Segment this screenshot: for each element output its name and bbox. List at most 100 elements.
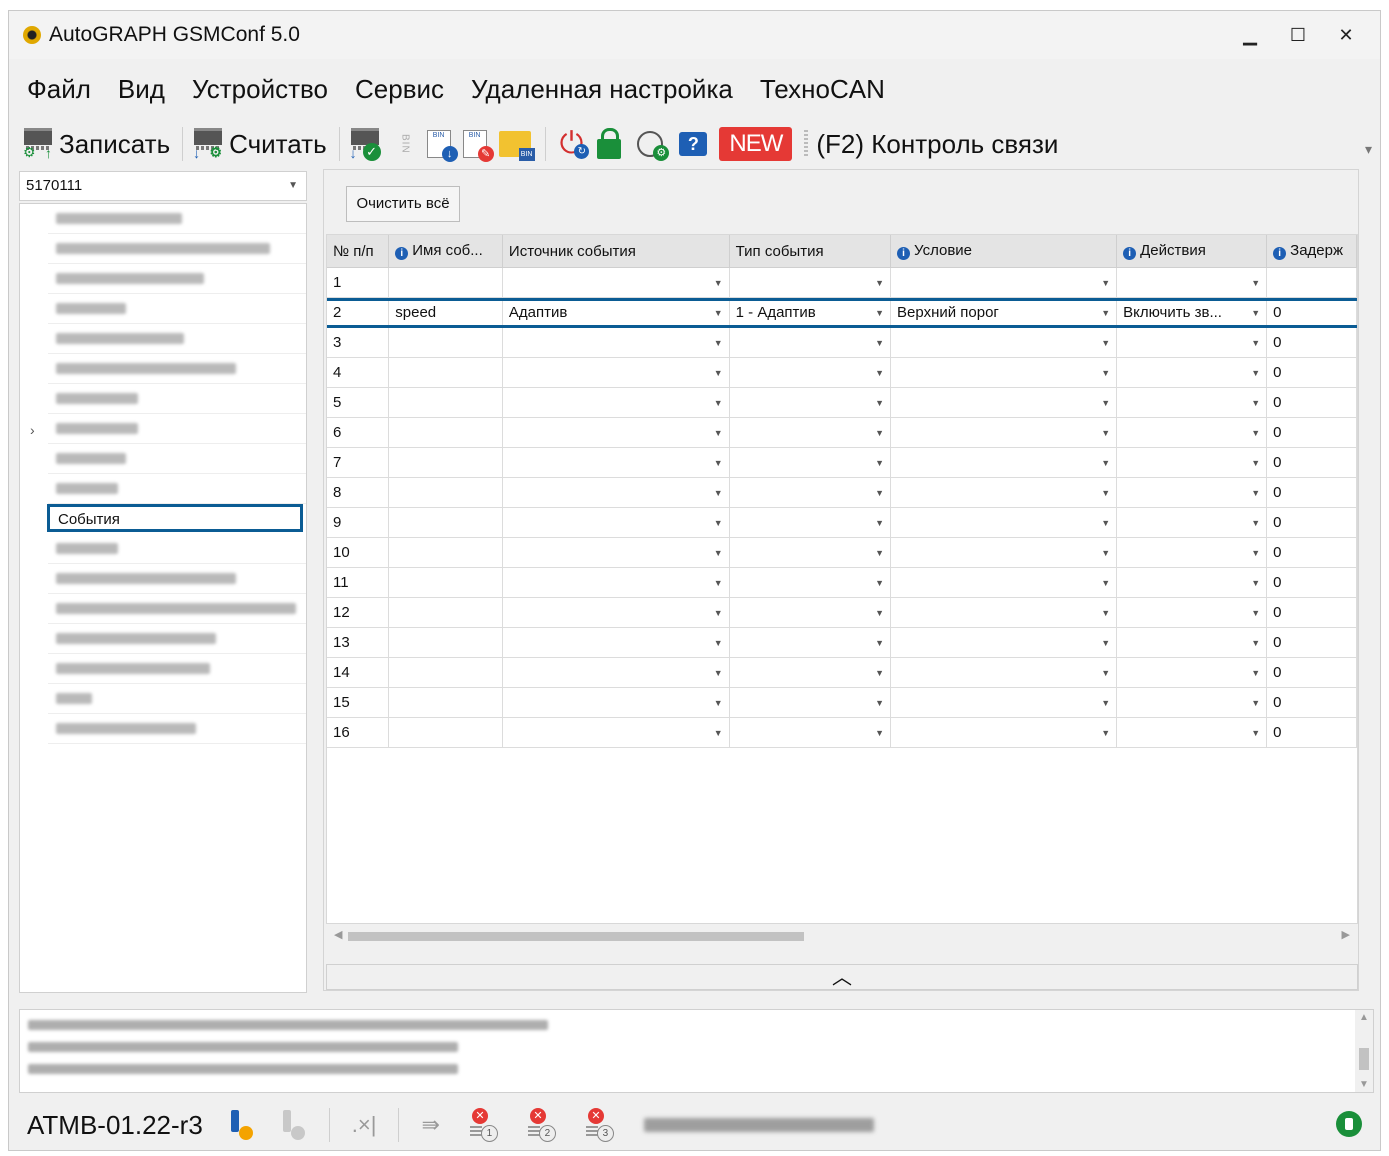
help-icon[interactable]: ? xyxy=(679,132,708,156)
cell-actions[interactable]: ▼ xyxy=(1116,507,1268,538)
cell-condition[interactable]: ▼ xyxy=(890,267,1118,298)
chevron-down-icon[interactable]: ▼ xyxy=(714,728,723,738)
cell-name[interactable] xyxy=(388,717,503,748)
cell-name[interactable] xyxy=(388,507,503,538)
scrollbar-thumb[interactable] xyxy=(348,932,804,941)
cell-condition[interactable]: ▼ xyxy=(890,597,1118,628)
cell-type[interactable]: ▼ xyxy=(729,417,892,448)
log-scrollbar[interactable]: ▲ ▼ xyxy=(1355,1010,1373,1092)
tree-item[interactable] xyxy=(48,414,306,444)
tree-item[interactable] xyxy=(48,654,306,684)
tree-item[interactable] xyxy=(48,624,306,654)
chevron-down-icon[interactable]: ▼ xyxy=(1101,398,1110,408)
chevron-down-icon[interactable]: ▼ xyxy=(875,638,884,648)
cell-actions[interactable]: ▼ xyxy=(1116,447,1268,478)
cell-type[interactable]: ▼ xyxy=(729,537,892,568)
chevron-down-icon[interactable]: ▼ xyxy=(714,518,723,528)
cell-source[interactable]: ▼ xyxy=(502,537,730,568)
cell-condition[interactable]: ▼ xyxy=(890,627,1118,658)
cell-condition[interactable]: ▼ xyxy=(890,327,1118,358)
table-row[interactable]: 15 ▼ ▼ ▼ ▼ 0 xyxy=(327,687,1357,718)
chevron-down-icon[interactable]: ▼ xyxy=(875,308,884,318)
cell-source[interactable]: ▼ xyxy=(502,507,730,538)
tree-item[interactable] xyxy=(48,234,306,264)
chevron-down-icon[interactable]: ▼ xyxy=(875,338,884,348)
chevron-down-icon[interactable]: ▼ xyxy=(1251,518,1260,528)
cell-condition[interactable]: ▼ xyxy=(890,387,1118,418)
cell-actions[interactable]: ▼ xyxy=(1116,357,1268,388)
read-verify-button[interactable]: ↓ ✓ xyxy=(348,126,386,162)
column-header-number[interactable]: № п/п xyxy=(327,235,390,268)
read-button[interactable]: ↓ ⚙ Считать xyxy=(191,126,327,162)
table-row[interactable]: 12 ▼ ▼ ▼ ▼ 0 xyxy=(327,597,1357,628)
chevron-down-icon[interactable]: ▼ xyxy=(1101,638,1110,648)
table-row[interactable]: 11 ▼ ▼ ▼ ▼ 0 xyxy=(327,567,1357,598)
tree-item[interactable] xyxy=(48,384,306,414)
cell-delay[interactable]: 0 xyxy=(1266,417,1357,448)
chevron-down-icon[interactable]: ▼ xyxy=(1101,698,1110,708)
cell-condition[interactable]: ▼ xyxy=(890,507,1118,538)
chevron-down-icon[interactable]: ▼ xyxy=(714,458,723,468)
new-button[interactable]: NEW xyxy=(719,127,793,161)
cell-name[interactable] xyxy=(388,477,503,508)
cell-source[interactable]: ▼ xyxy=(502,657,730,688)
chevron-down-icon[interactable]: ▼ xyxy=(1251,638,1260,648)
cell-delay[interactable]: 0 xyxy=(1266,597,1357,628)
chevron-down-icon[interactable]: ▼ xyxy=(1101,428,1110,438)
cell-name[interactable] xyxy=(388,447,503,478)
cell-delay[interactable]: 0 xyxy=(1266,627,1357,658)
cell-delay[interactable] xyxy=(1266,267,1357,298)
chevron-down-icon[interactable]: ▼ xyxy=(875,728,884,738)
cell-type[interactable]: ▼ xyxy=(729,447,892,478)
chevron-down-icon[interactable]: ▼ xyxy=(1251,728,1260,738)
chevron-down-icon[interactable]: ▼ xyxy=(714,608,723,618)
cell-name[interactable] xyxy=(388,327,503,358)
cell-type[interactable]: ▼ xyxy=(729,267,892,298)
scrollbar-thumb[interactable] xyxy=(1359,1048,1369,1070)
chevron-down-icon[interactable]: ▼ xyxy=(875,668,884,678)
menu-technocan[interactable]: ТехноCAN xyxy=(760,74,885,105)
cell-condition[interactable]: ▼ xyxy=(890,537,1118,568)
cell-actions[interactable]: ▼ xyxy=(1116,627,1268,658)
clear-all-button[interactable]: Очистить всё xyxy=(346,186,460,222)
table-row[interactable]: 16 ▼ ▼ ▼ ▼ 0 xyxy=(327,717,1357,748)
cell-source[interactable]: ▼ xyxy=(502,567,730,598)
horizontal-scrollbar[interactable]: ◀ ▶ xyxy=(326,926,1358,946)
cell-source[interactable]: ▼ xyxy=(502,597,730,628)
cell-source[interactable]: ▼ xyxy=(502,387,730,418)
cell-name[interactable] xyxy=(388,567,503,598)
chevron-down-icon[interactable]: ▼ xyxy=(875,548,884,558)
maximize-button[interactable]: ☐ xyxy=(1274,19,1322,51)
chevron-down-icon[interactable]: ▼ xyxy=(714,368,723,378)
chevron-down-icon[interactable]: ▼ xyxy=(1101,608,1110,618)
tree-item[interactable] xyxy=(48,264,306,294)
cell-delay[interactable]: 0 xyxy=(1266,327,1357,358)
chevron-down-icon[interactable]: ▼ xyxy=(1101,488,1110,498)
cell-delay[interactable]: 0 xyxy=(1266,537,1357,568)
cell-source[interactable]: ▼ xyxy=(502,417,730,448)
cell-name[interactable] xyxy=(388,597,503,628)
chevron-down-icon[interactable]: ▼ xyxy=(1101,668,1110,678)
cell-type[interactable]: ▼ xyxy=(729,597,892,628)
cell-name[interactable] xyxy=(388,417,503,448)
cell-type[interactable]: ▼ xyxy=(729,387,892,418)
chevron-down-icon[interactable]: ▼ xyxy=(1251,698,1260,708)
chevron-down-icon[interactable]: ▼ xyxy=(714,638,723,648)
chevron-down-icon[interactable]: ▼ xyxy=(714,278,723,288)
chevron-down-icon[interactable]: ▼ xyxy=(1101,458,1110,468)
cell-source[interactable]: ▼ xyxy=(502,447,730,478)
collapse-panel-button[interactable]: ︿ xyxy=(326,964,1358,990)
column-header-delay[interactable]: i Задерж xyxy=(1266,235,1357,268)
cell-delay[interactable]: 0 xyxy=(1266,657,1357,688)
bin-download-icon[interactable]: BIN ↓ xyxy=(426,130,458,162)
chevron-down-icon[interactable]: ▼ xyxy=(1101,368,1110,378)
table-row[interactable]: 5 ▼ ▼ ▼ ▼ 0 xyxy=(327,387,1357,418)
chevron-down-icon[interactable]: ▼ xyxy=(1101,308,1110,318)
chevron-down-icon[interactable]: ▼ xyxy=(714,398,723,408)
cell-actions[interactable]: ▼ xyxy=(1116,327,1268,358)
cell-condition[interactable]: Верхний порог ▼ xyxy=(890,297,1118,328)
chevron-down-icon[interactable]: ▼ xyxy=(1251,398,1260,408)
cell-delay[interactable]: 0 xyxy=(1266,567,1357,598)
cell-condition[interactable]: ▼ xyxy=(890,687,1118,718)
cell-name[interactable] xyxy=(388,627,503,658)
